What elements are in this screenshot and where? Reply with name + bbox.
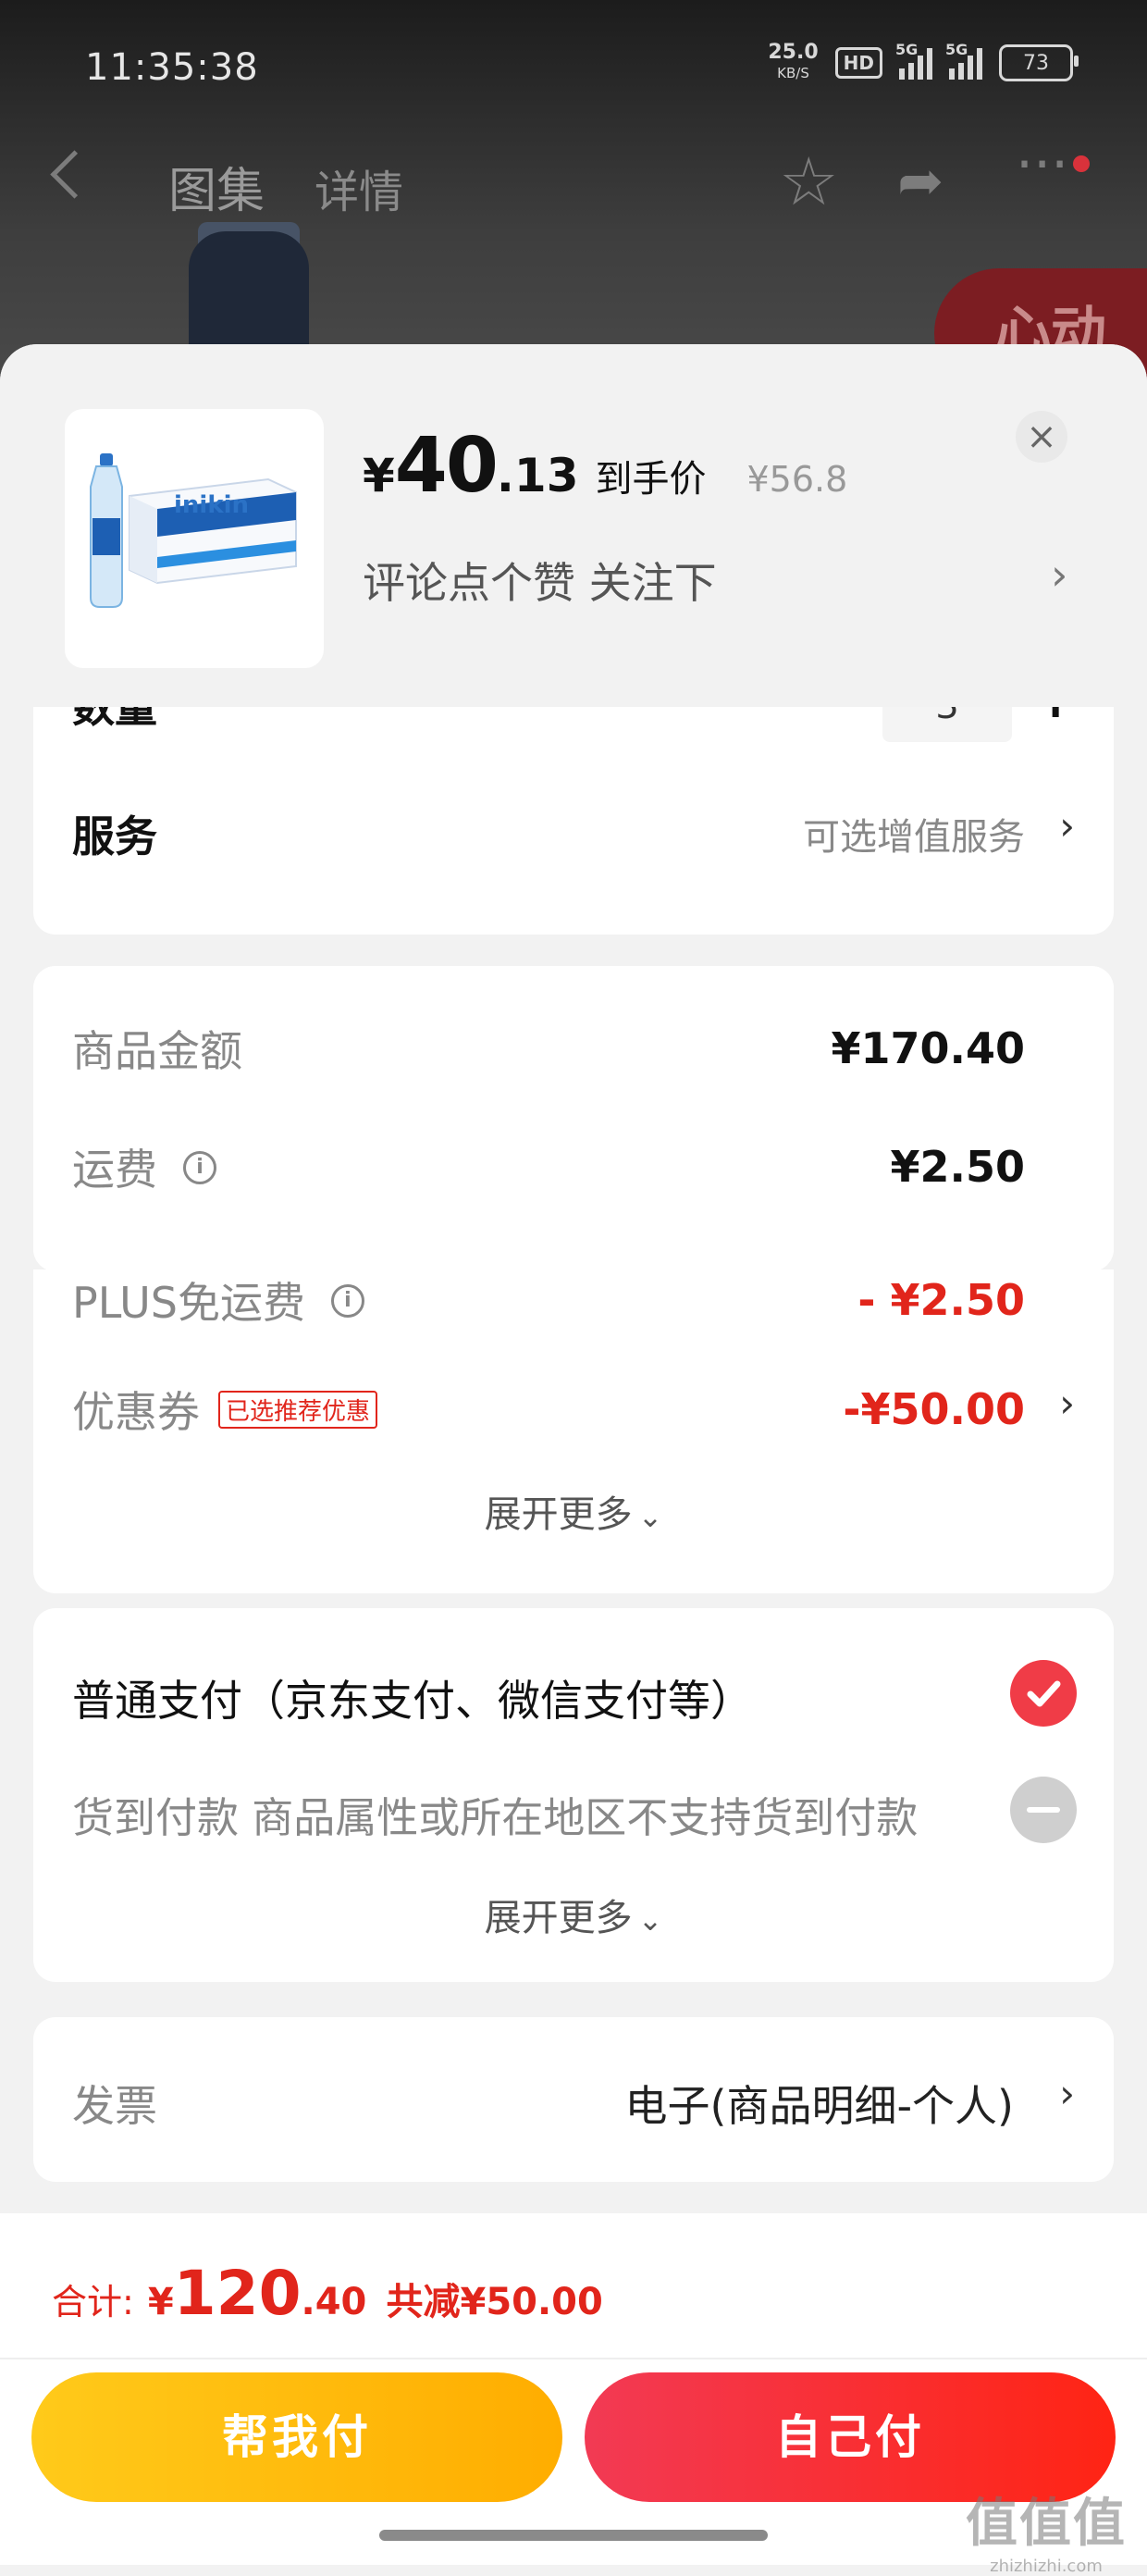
hd-icon: HD — [834, 47, 882, 79]
bottom-bar: 合计: ¥120.40 共减¥50.00 帮我付 自己付 值值值 zhizhiz… — [0, 2213, 1147, 2576]
info-icon[interactable]: i — [330, 1283, 364, 1318]
network-speed-unit: KB/S — [777, 65, 809, 81]
background-product-page: 11:35:38 25.0 KB/S HD 5G 5G 73 图集 详情 ☆ ➦… — [0, 0, 1147, 389]
invoice-value: 电子(商品明细-个人) — [624, 2081, 1015, 2131]
plus-free-shipping-label: PLUS免运费 i — [72, 1269, 364, 1331]
signal-icon-1: 5G — [895, 41, 932, 80]
status-bar: 11:35:38 25.0 KB/S HD 5G 5G 73 — [0, 0, 1147, 139]
watermark-url: zhizhizhi.com — [990, 2557, 1103, 2576]
total-integer: 120 — [173, 2258, 302, 2329]
share-icon[interactable]: ➦ — [897, 148, 944, 215]
product-thumbnail: inikin — [65, 409, 324, 668]
coupon-badge: 已选推荐优惠 — [218, 1391, 378, 1429]
amount-card-content: 商品金额 ¥170.40 运费 i ¥2.50 — [33, 966, 1114, 1271]
payment-expand-label: 展开更多 — [484, 1897, 633, 1939]
star-icon[interactable]: ☆ — [779, 148, 839, 215]
chevron-right-icon[interactable]: › — [1059, 1381, 1075, 1426]
total-amount: 合计: ¥120.40 共减¥50.00 — [52, 2258, 603, 2329]
chevron-down-icon: ⌄ — [637, 1902, 663, 1938]
network-speed-value: 25.0 — [768, 41, 819, 64]
disabled-icon — [1010, 1777, 1077, 1843]
payment-normal-label[interactable]: 普通支付（京东支付、微信支付等） — [72, 1667, 753, 1728]
price-decimal: .13 — [496, 449, 579, 502]
signal-1-label: 5G — [895, 41, 919, 58]
checked-icon[interactable] — [1010, 1660, 1077, 1727]
top-nav: 图集 详情 ☆ ➦ ··· — [0, 132, 1147, 231]
service-label: 服务 — [72, 811, 157, 861]
price-integer: 40 — [394, 422, 499, 510]
tab-gallery[interactable]: 图集 — [168, 152, 265, 221]
chevron-right-icon[interactable]: › — [1051, 550, 1067, 600]
invoice-label: 发票 — [72, 2081, 157, 2131]
invoice-card[interactable]: 发票 电子(商品明细-个人) › — [33, 2017, 1114, 2182]
watermark-logo: 值值值 — [966, 2494, 1127, 2554]
chevron-down-icon: ⌄ — [637, 1499, 663, 1534]
price-currency: ¥ — [363, 449, 395, 502]
amount-card-lower: PLUS免运费 i - ¥2.50 优惠券 已选推荐优惠 -¥50.00 › 展开更… — [33, 1269, 1114, 1593]
service-value[interactable]: 可选增值服务 — [803, 807, 1025, 861]
tab-detail[interactable]: 详情 — [314, 155, 403, 220]
coupon-value[interactable]: -¥50.00 — [843, 1384, 1025, 1434]
expand-more-label: 展开更多 — [484, 1493, 633, 1536]
goods-amount-value: ¥170.40 — [831, 1023, 1025, 1073]
watermark: 值值值 zhizhizhi.com — [966, 2482, 1127, 2576]
product-subtitle[interactable]: 评论点个赞 关注下 — [363, 550, 717, 611]
help-me-pay-button[interactable]: 帮我付 — [31, 2372, 562, 2502]
price-line: ¥ 40 .13 到手价 ¥56.8 — [363, 422, 847, 510]
total-label: 合计: — [52, 2282, 134, 2322]
battery-icon: 73 — [999, 44, 1079, 81]
original-price: ¥56.8 — [746, 459, 848, 500]
total-saved: 共减¥50.00 — [386, 2281, 603, 2323]
more-icon[interactable]: ··· — [1016, 131, 1068, 198]
payment-card: 普通支付（京东支付、微信支付等） 货到付款 商品属性或所在地区不支持货到付款 展… — [33, 1608, 1114, 1982]
signal-icon-2: 5G — [945, 41, 982, 80]
chevron-right-icon[interactable]: › — [1059, 2071, 1075, 2116]
status-time: 11:35:38 — [85, 46, 259, 89]
total-decimal: .40 — [301, 2281, 367, 2323]
shipping-label-text: 运费 — [72, 1145, 157, 1195]
chevron-right-icon[interactable]: › — [1059, 803, 1075, 848]
divider — [0, 2358, 1147, 2359]
signal-2-label: 5G — [945, 41, 968, 58]
plus-label-text: PLUS免运费 — [72, 1278, 305, 1328]
coupon-label: 优惠券 已选推荐优惠 — [72, 1379, 378, 1440]
product-header: inikin ¥ 40 .13 到手价 ¥56.8 × 评论点个赞 关注下 › — [0, 344, 1147, 707]
shipping-label: 运费 i — [72, 1136, 216, 1197]
network-speed: 25.0 KB/S — [768, 43, 818, 83]
payment-cod-label: 货到付款 商品属性或所在地区不支持货到付款 — [72, 1793, 919, 1842]
payment-expand-more-button[interactable]: 展开更多 ⌄ — [33, 1888, 1114, 1941]
back-icon[interactable] — [50, 150, 99, 199]
info-icon[interactable]: i — [183, 1150, 216, 1184]
goods-amount-label: 商品金额 — [72, 1026, 242, 1076]
coupon-label-text: 优惠券 — [72, 1387, 200, 1437]
product-brand-logo: inikin — [174, 491, 249, 519]
notification-dot — [1073, 155, 1090, 172]
close-button[interactable]: × — [1016, 411, 1067, 463]
plus-free-shipping-value: - ¥2.50 — [857, 1275, 1025, 1325]
price-tag: 到手价 — [595, 458, 707, 501]
expand-more-button[interactable]: 展开更多 ⌄ — [33, 1484, 1114, 1538]
total-currency: ¥ — [147, 2281, 174, 2323]
shipping-value: ¥2.50 — [890, 1142, 1025, 1192]
home-indicator[interactable] — [379, 2530, 768, 2541]
